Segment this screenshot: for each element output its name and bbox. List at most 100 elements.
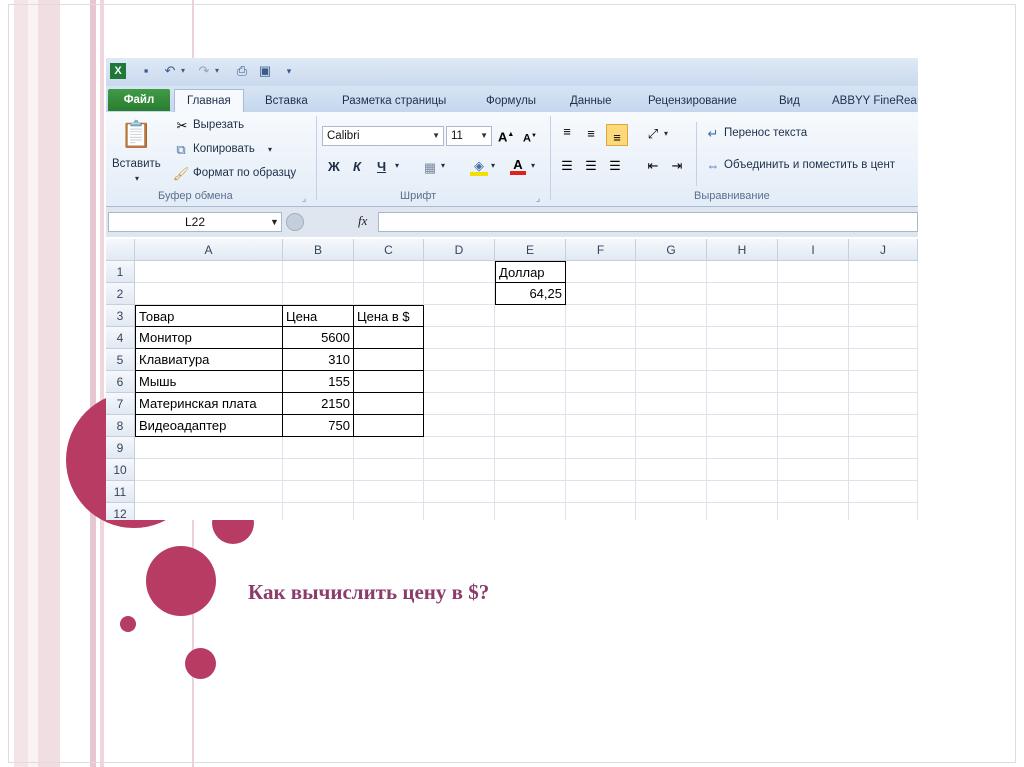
redo-icon[interactable]: ↷ [196,63,212,79]
format-painter-button[interactable]: Формат по образцу [193,167,296,179]
cell-i11[interactable] [778,481,849,503]
cell-i9[interactable] [778,437,849,459]
cell-h2[interactable] [707,283,778,305]
cell-f10[interactable] [566,459,636,481]
tab-review[interactable]: Рецензирование [648,90,737,112]
cell-b8[interactable]: 750 [283,415,354,437]
scissors-icon[interactable]: ✂ [174,118,190,134]
cell-c8[interactable] [354,415,424,437]
chevron-down-icon[interactable]: ▾ [664,129,668,138]
chevron-down-icon[interactable]: ▼ [270,217,279,227]
cell-g5[interactable] [636,349,707,371]
save-icon[interactable]: ▪ [138,63,154,79]
row-header-11[interactable]: 11 [106,481,135,503]
cell-h8[interactable] [707,415,778,437]
cell-g9[interactable] [636,437,707,459]
cell-b2[interactable] [283,283,354,305]
cell-b6[interactable]: 155 [283,371,354,393]
orientation-icon[interactable]: ⤢ [644,126,662,142]
cell-e9[interactable] [495,437,566,459]
cell-a6[interactable]: Мышь [135,371,283,393]
merge-center-icon[interactable]: ⇔ [704,158,722,174]
insert-function-button[interactable]: fx [358,213,367,229]
cell-e7[interactable] [495,393,566,415]
align-bottom-icon[interactable]: ≡ [606,124,628,146]
tab-home[interactable]: Главная [174,89,244,113]
copy-icon[interactable]: ⧉ [172,142,190,158]
bold-button[interactable]: Ж [328,159,340,174]
row-header-3[interactable]: 3 [106,305,135,327]
cell-j7[interactable] [849,393,918,415]
wrap-text-icon[interactable]: ↵ [704,126,722,142]
cell-g4[interactable] [636,327,707,349]
tab-view[interactable]: Вид [779,90,800,112]
cell-g11[interactable] [636,481,707,503]
merge-center-button[interactable]: Объединить и поместить в цент [724,159,895,171]
formula-bar-expand-icon[interactable] [286,213,304,231]
cell-i5[interactable] [778,349,849,371]
row-header-10[interactable]: 10 [106,459,135,481]
tab-page-layout[interactable]: Разметка страницы [342,90,446,112]
cell-j4[interactable] [849,327,918,349]
cell-a11[interactable] [135,481,283,503]
italic-button[interactable]: К [353,159,361,174]
cell-g12[interactable] [636,503,707,520]
chevron-down-icon[interactable]: ▾ [135,174,139,183]
cell-j1[interactable] [849,261,918,283]
align-top-icon[interactable]: ≡ [558,124,576,140]
chevron-down-icon[interactable]: ▾ [441,161,445,170]
cell-e1[interactable]: Доллар [495,261,566,283]
font-size-select[interactable]: 11 ▼ [446,126,492,146]
cell-i1[interactable] [778,261,849,283]
cell-c6[interactable] [354,371,424,393]
chevron-down-icon[interactable]: ▾ [268,145,272,154]
tab-insert[interactable]: Вставка [265,90,308,112]
format-painter-icon[interactable]: 🖌 [172,166,190,182]
cell-j12[interactable] [849,503,918,520]
cell-h9[interactable] [707,437,778,459]
cell-d9[interactable] [424,437,495,459]
cell-a12[interactable] [135,503,283,520]
align-left-icon[interactable]: ☰ [558,158,576,174]
cell-i8[interactable] [778,415,849,437]
cell-d10[interactable] [424,459,495,481]
cell-c2[interactable] [354,283,424,305]
cell-d12[interactable] [424,503,495,520]
cell-h11[interactable] [707,481,778,503]
cell-j3[interactable] [849,305,918,327]
chevron-down-icon[interactable]: ▾ [531,161,535,170]
cell-c11[interactable] [354,481,424,503]
cell-a2[interactable] [135,283,283,305]
column-header-f[interactable]: F [566,239,636,261]
borders-icon[interactable]: ▦ [422,160,438,176]
cell-d6[interactable] [424,371,495,393]
align-center-icon[interactable]: ☰ [582,158,600,174]
quick-print-icon[interactable]: ▣ [256,63,274,79]
cell-f8[interactable] [566,415,636,437]
cell-f6[interactable] [566,371,636,393]
cell-h1[interactable] [707,261,778,283]
row-header-4[interactable]: 4 [106,327,135,349]
cell-c10[interactable] [354,459,424,481]
cell-h6[interactable] [707,371,778,393]
cell-h7[interactable] [707,393,778,415]
chevron-down-icon[interactable]: ▾ [178,63,188,79]
cell-c4[interactable] [354,327,424,349]
cell-c9[interactable] [354,437,424,459]
cell-i2[interactable] [778,283,849,305]
cell-c3[interactable]: Цена в $ [354,305,424,327]
dialog-launcher-icon[interactable]: ⌟ [302,193,306,204]
cell-f3[interactable] [566,305,636,327]
cell-j8[interactable] [849,415,918,437]
paste-button[interactable]: Вставить [112,158,161,170]
cell-e8[interactable] [495,415,566,437]
cell-j2[interactable] [849,283,918,305]
cell-d5[interactable] [424,349,495,371]
cell-h12[interactable] [707,503,778,520]
cell-i10[interactable] [778,459,849,481]
cell-f12[interactable] [566,503,636,520]
chevron-down-icon[interactable]: ▾ [212,63,222,79]
grow-font-icon[interactable]: A▲ [498,127,514,145]
align-middle-icon[interactable]: ≡ [582,126,600,142]
cell-g6[interactable] [636,371,707,393]
